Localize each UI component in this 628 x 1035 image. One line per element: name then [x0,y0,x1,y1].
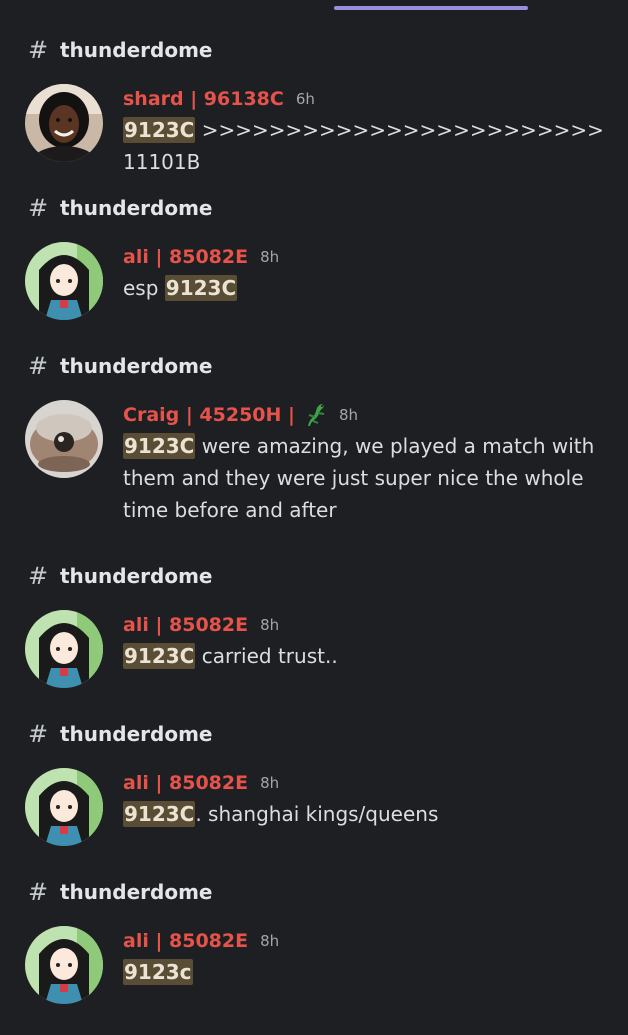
avatar[interactable] [25,84,103,162]
channel-header[interactable]: # thunderdome [26,35,213,65]
channel-hash-icon: # [27,562,49,590]
avatar[interactable] [25,610,103,688]
avatar[interactable] [25,242,103,320]
channel-hash-icon: # [27,194,49,222]
active-tab-indicator [334,6,528,10]
message-timestamp: 8h [338,406,359,424]
channel-header[interactable]: # thunderdome [26,193,213,223]
message-text: carried trust.. [195,644,338,668]
channel-hash-icon: # [27,878,49,906]
channel-header[interactable]: # thunderdome [26,719,213,749]
author-name[interactable]: ali | 85082E [123,246,248,268]
author-name[interactable]: Craig | 45250H | [123,404,295,426]
channel-name: thunderdome [60,38,213,62]
channel-hash-icon: # [27,720,49,748]
author-name[interactable]: ali | 85082E [123,614,248,636]
channel-name: thunderdome [60,880,213,904]
message-content: 9123C were amazing, we played a match wi… [123,430,608,526]
channel-header[interactable]: # thunderdome [26,351,213,381]
message-text: esp [123,276,165,300]
channel-hash-icon: # [27,36,49,64]
author-name[interactable]: shard | 96138C [123,88,284,110]
search-highlight: 9123C [123,643,196,669]
avatar[interactable] [25,768,103,846]
search-highlight: 9123C [123,433,196,459]
channel-name: thunderdome [60,722,213,746]
message-content: esp 9123C [123,272,608,304]
message-content: 9123c [123,956,608,988]
message-timestamp: 8h [260,248,280,266]
message-timestamp: 8h [260,932,280,950]
message-timestamp: 8h [260,616,280,634]
message-timestamp: 6h [295,90,315,108]
channel-name: thunderdome [60,196,213,220]
search-highlight: 9123C [123,801,196,827]
message-text: >>>>>>>>>>>>>>>>>>>>>>>> 11101B [123,118,604,174]
channel-header[interactable]: # thunderdome [26,561,213,591]
search-highlight: 9123C [123,117,196,143]
avatar[interactable] [25,400,103,478]
message-content: 9123C. shanghai kings/queens [123,798,608,830]
channel-name: thunderdome [60,354,213,378]
channel-header[interactable]: # thunderdome [26,877,213,907]
avatar[interactable] [25,926,103,1004]
channel-name: thunderdome [60,564,213,588]
author-name[interactable]: ali | 85082E [123,930,248,952]
message-text: . shanghai kings/queens [195,802,439,826]
channel-hash-icon: # [27,352,49,380]
lizard-emoji-icon [305,402,327,428]
message-content: 9123C carried trust.. [123,640,608,672]
search-highlight: 9123c [123,959,193,985]
search-highlight: 9123C [164,275,238,301]
author-name[interactable]: ali | 85082E [123,772,248,794]
message-content: 9123C >>>>>>>>>>>>>>>>>>>>>>>> 11101B [123,114,608,178]
message-timestamp: 8h [260,774,280,792]
